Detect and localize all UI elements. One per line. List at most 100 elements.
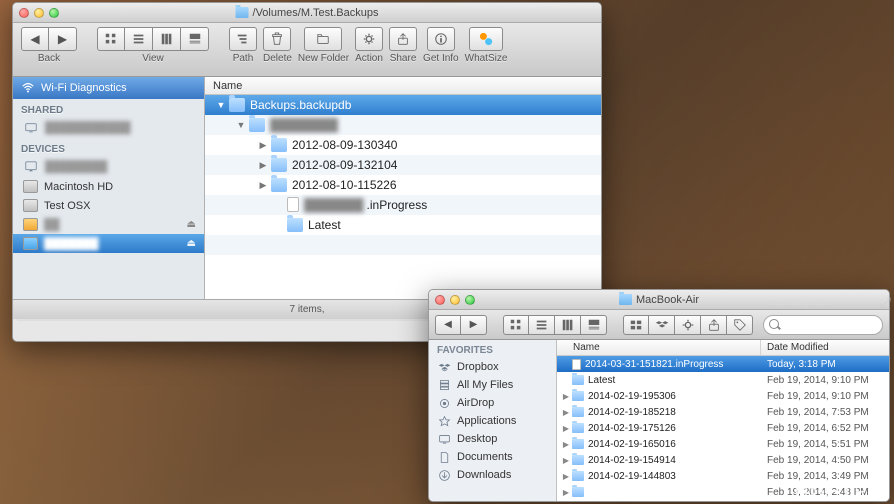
get-info-button[interactable] (427, 27, 455, 51)
zoom-button[interactable] (49, 8, 59, 18)
arrange-button[interactable] (623, 315, 649, 335)
disclosure-triangle[interactable]: ▼ (215, 100, 227, 110)
list-item[interactable]: ▶ 2012-08-09-132104 (205, 155, 601, 175)
list-item[interactable]: ▼ ████████ (205, 115, 601, 135)
desktop-icon (437, 432, 451, 446)
documents-icon (437, 450, 451, 464)
dropbox-button[interactable] (649, 315, 675, 335)
close-button[interactable] (19, 8, 29, 18)
column-header-name[interactable]: Name (557, 340, 761, 355)
close-button[interactable] (435, 295, 445, 305)
view-list-button[interactable] (125, 27, 153, 51)
sidebar-item-device[interactable]: ██ ⏏ (13, 215, 204, 234)
column-header-name[interactable]: Name (205, 77, 601, 95)
sidebar-item-airdrop[interactable]: AirDrop (429, 394, 556, 412)
eject-icon[interactable]: ⏏ (187, 238, 196, 249)
list-view-icon (535, 318, 549, 332)
column-view-icon (561, 318, 575, 332)
action-button[interactable] (355, 27, 383, 51)
disclosure-triangle[interactable]: ▶ (561, 456, 571, 465)
disclosure-triangle[interactable]: ▶ (257, 140, 269, 151)
sidebar-item-documents[interactable]: Documents (429, 448, 556, 466)
view-coverflow-button[interactable] (581, 315, 607, 335)
titlebar[interactable]: /Volumes/M.Test.Backups (13, 3, 601, 23)
action-button[interactable] (675, 315, 701, 335)
new-folder-button[interactable] (304, 27, 342, 51)
folder-icon (572, 423, 584, 433)
sidebar-item-device[interactable]: ████████ (13, 157, 204, 177)
watermark-osxdaily: osxdaily.com (771, 296, 834, 308)
disclosure-triangle[interactable]: ▼ (235, 120, 247, 130)
disclosure-triangle[interactable]: ▶ (561, 424, 571, 433)
view-list-button[interactable] (529, 315, 555, 335)
list-item[interactable]: 2014-03-31-151821.inProgressToday, 3:18 … (557, 356, 889, 372)
view-icon-button[interactable] (97, 27, 125, 51)
sidebar-heading-devices: DEVICES (13, 138, 204, 157)
path-button[interactable] (229, 27, 257, 51)
sidebar-item-wifi[interactable]: Wi-Fi Diagnostics (13, 77, 204, 99)
file-name: 2014-02-19-154914 (588, 455, 676, 466)
share-button[interactable] (389, 27, 417, 51)
trash-icon (270, 32, 284, 46)
delete-button[interactable] (263, 27, 291, 51)
disclosure-triangle[interactable]: ▶ (561, 440, 571, 449)
search-field[interactable] (763, 315, 883, 335)
list-item[interactable]: ▶2014-02-19-165016Feb 19, 2014, 5:51 PM (557, 436, 889, 452)
sidebar-item-downloads[interactable]: Downloads (429, 466, 556, 484)
whatsize-button[interactable] (469, 27, 503, 51)
search-input[interactable] (763, 315, 883, 335)
minimize-button[interactable] (450, 295, 460, 305)
toolbar-label: Delete (263, 53, 292, 64)
toolbar: ◀ ▶ Back View (13, 23, 601, 77)
file-date: Feb 19, 2014, 5:51 PM (761, 439, 889, 450)
share-button[interactable] (701, 315, 727, 335)
toolbar-label: Back (38, 53, 60, 64)
forward-button[interactable]: ▶ (49, 27, 77, 51)
tags-button[interactable] (727, 315, 753, 335)
list-item[interactable]: ▶2014-02-19-185218Feb 19, 2014, 7:53 PM (557, 404, 889, 420)
sidebar-item-label: Dropbox (457, 361, 499, 373)
folder-icon (271, 138, 287, 152)
disclosure-triangle[interactable]: ▶ (561, 408, 571, 417)
sidebar-item-test-osx[interactable]: Test OSX (13, 196, 204, 215)
list-item[interactable]: ▶2014-02-19-195306Feb 19, 2014, 9:10 PM (557, 388, 889, 404)
view-column-button[interactable] (555, 315, 581, 335)
disclosure-triangle[interactable]: ▶ (257, 160, 269, 171)
disclosure-triangle[interactable]: ▶ (257, 180, 269, 191)
sidebar-item-macintosh-hd[interactable]: Macintosh HD (13, 177, 204, 196)
list-item[interactable]: ▼ Backups.backupdb (205, 95, 601, 115)
list-item[interactable]: ███████ .inProgress (205, 195, 601, 215)
list-item[interactable]: ▶ 2012-08-10-115226 (205, 175, 601, 195)
sidebar-item-label: Documents (457, 451, 513, 463)
view-column-button[interactable] (153, 27, 181, 51)
folder-icon (572, 471, 584, 481)
view-icon-button[interactable] (503, 315, 529, 335)
folder-icon (249, 118, 265, 132)
forward-button[interactable]: ▶ (461, 315, 487, 335)
drive-icon (23, 237, 38, 250)
minimize-button[interactable] (34, 8, 44, 18)
list-item[interactable]: Latest (205, 215, 601, 235)
zoom-button[interactable] (465, 295, 475, 305)
sidebar-item-allmyfiles[interactable]: All My Files (429, 376, 556, 394)
list-item[interactable]: ▶2014-02-19-154914Feb 19, 2014, 4:50 PM (557, 452, 889, 468)
disclosure-triangle[interactable]: ▶ (561, 472, 571, 481)
sidebar-item-applications[interactable]: Applications (429, 412, 556, 430)
gear-icon (681, 318, 695, 332)
back-button[interactable]: ◀ (435, 315, 461, 335)
imac-icon (23, 160, 39, 174)
back-button[interactable]: ◀ (21, 27, 49, 51)
view-coverflow-button[interactable] (181, 27, 209, 51)
disclosure-triangle[interactable]: ▶ (561, 488, 571, 497)
folder-icon (572, 391, 584, 401)
column-header-date[interactable]: Date Modified (761, 340, 889, 355)
sidebar-item-dropbox[interactable]: Dropbox (429, 358, 556, 376)
sidebar-item-shared[interactable]: ███████████ (13, 118, 204, 138)
list-item[interactable]: ▶ 2012-08-09-130340 (205, 135, 601, 155)
disclosure-triangle[interactable]: ▶ (561, 392, 571, 401)
eject-icon[interactable]: ⏏ (187, 219, 196, 230)
list-item[interactable]: LatestFeb 19, 2014, 9:10 PM (557, 372, 889, 388)
list-item[interactable]: ▶2014-02-19-175126Feb 19, 2014, 6:52 PM (557, 420, 889, 436)
sidebar-item-desktop[interactable]: Desktop (429, 430, 556, 448)
sidebar-item-selected-volume[interactable]: ███████ ⏏ (13, 234, 204, 253)
